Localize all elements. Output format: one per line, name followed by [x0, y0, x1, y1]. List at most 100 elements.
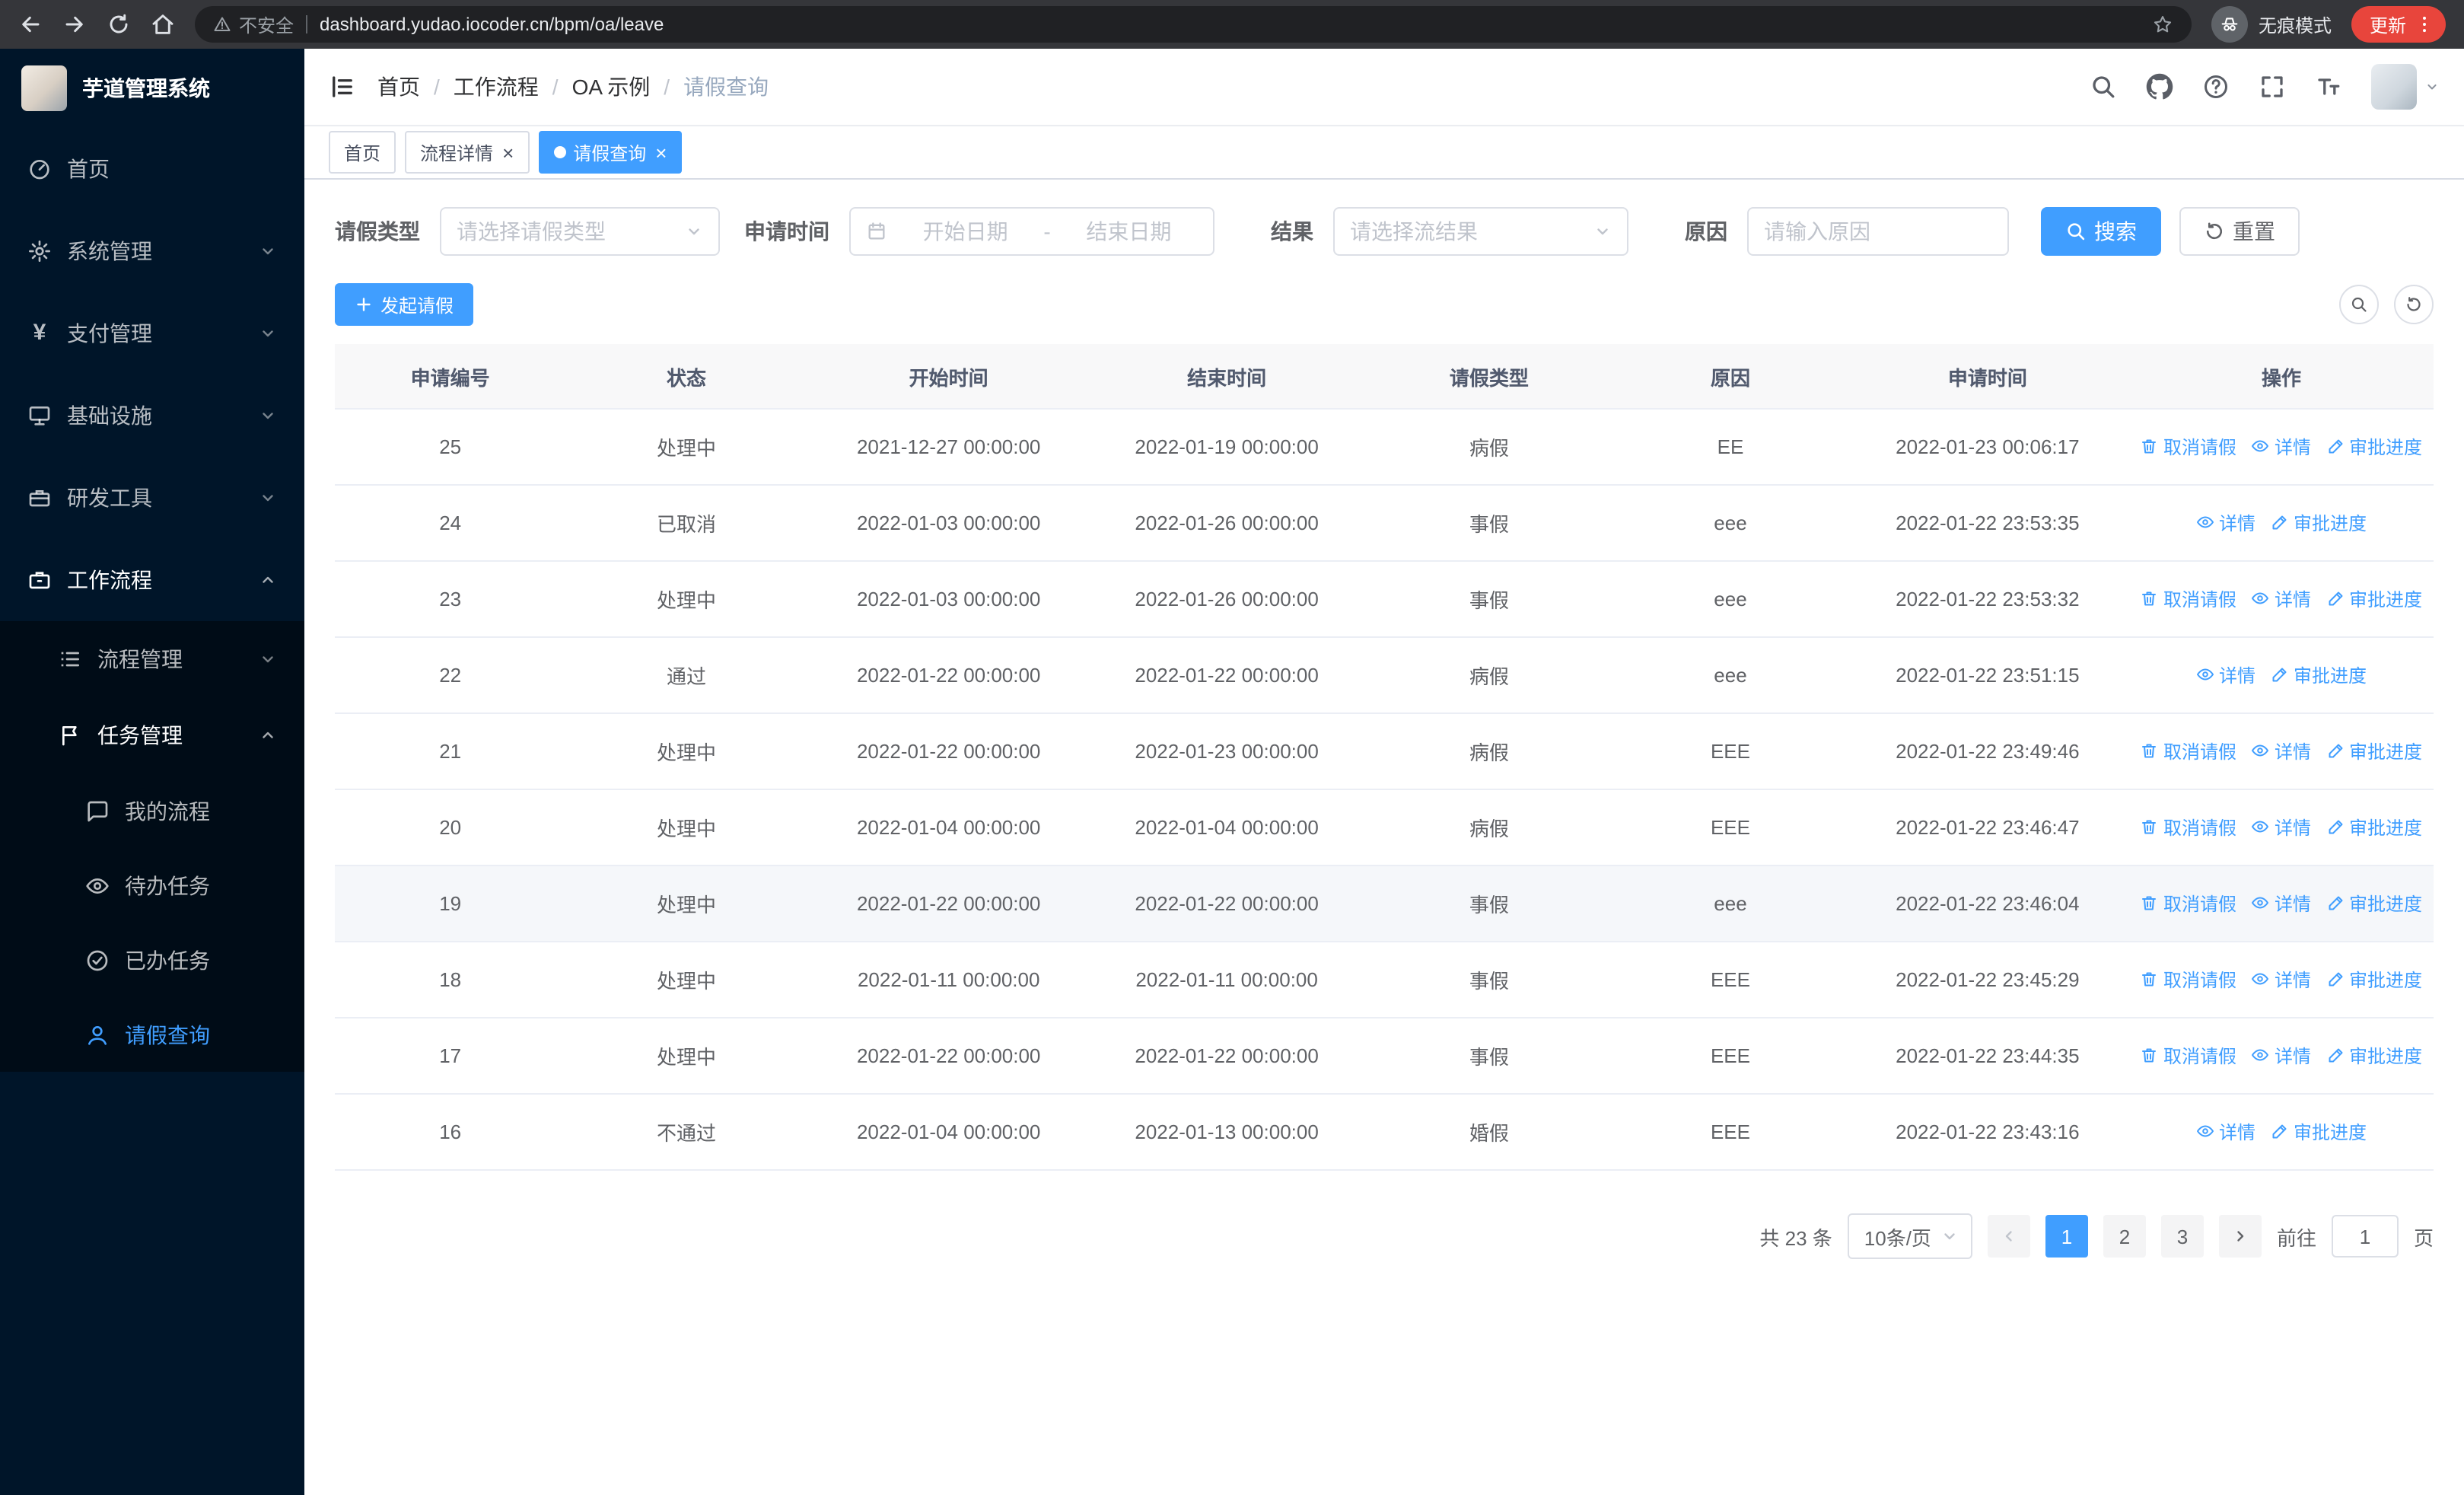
close-tab-icon[interactable]: ×	[502, 142, 514, 162]
detail-link[interactable]: 详情	[2252, 434, 2311, 460]
browser-update-button[interactable]: 更新	[2351, 6, 2446, 43]
approval-progress-link[interactable]: 审批进度	[2271, 510, 2367, 536]
cancel-leave-link[interactable]: 取消请假	[2141, 814, 2236, 840]
action-label: 审批进度	[2349, 969, 2423, 991]
page-size-select[interactable]: 10条/页	[1847, 1213, 1972, 1259]
range-separator: -	[1043, 219, 1051, 244]
list-icon	[58, 647, 82, 671]
leave-type-select[interactable]: 请选择请假类型	[440, 207, 720, 256]
cell-id: 21	[335, 713, 566, 790]
apply-time-range-picker[interactable]: 开始日期 - 结束日期	[849, 207, 1214, 256]
cancel-leave-link[interactable]: 取消请假	[2141, 434, 2236, 460]
create-leave-button[interactable]: 发起请假	[335, 283, 474, 326]
breadcrumb-workflow[interactable]: 工作流程	[454, 72, 539, 102]
page-button-1[interactable]: 1	[2045, 1215, 2088, 1258]
detail-link[interactable]: 详情	[2252, 1043, 2311, 1069]
goto-page-input[interactable]	[2331, 1215, 2399, 1258]
help-icon[interactable]	[2202, 73, 2230, 100]
close-tab-icon[interactable]: ×	[655, 142, 667, 162]
sidebar-item-todo-tasks[interactable]: 待办任务	[0, 848, 304, 923]
font-size-icon[interactable]	[2315, 73, 2342, 100]
kebab-menu-icon[interactable]	[2414, 14, 2435, 35]
sidebar-item-payment-mgmt[interactable]: ¥ 支付管理	[0, 292, 304, 375]
github-icon[interactable]	[2146, 73, 2173, 100]
approval-progress-link[interactable]: 审批进度	[2326, 891, 2422, 916]
home-icon[interactable]	[151, 12, 175, 37]
approval-progress-link[interactable]: 审批进度	[2326, 586, 2422, 612]
detail-link[interactable]: 详情	[2252, 814, 2311, 840]
search-button[interactable]: 搜索	[2041, 207, 2161, 256]
security-indicator[interactable]: 不安全	[213, 11, 294, 37]
approval-progress-link[interactable]: 审批进度	[2326, 434, 2422, 460]
cell-reason: eee	[1615, 561, 1846, 638]
cell-reason: eee	[1615, 637, 1846, 714]
tab-label: 请假查询	[573, 142, 647, 164]
prev-page-button[interactable]	[1987, 1215, 2030, 1258]
approval-progress-link[interactable]: 审批进度	[2326, 1043, 2422, 1069]
result-placeholder: 请选择流结果	[1350, 219, 1478, 244]
cancel-leave-link[interactable]: 取消请假	[2141, 586, 2236, 612]
back-icon[interactable]	[18, 12, 43, 37]
cancel-leave-link[interactable]: 取消请假	[2141, 891, 2236, 916]
header-reason: 原因	[1615, 344, 1846, 410]
detail-link[interactable]: 详情	[2196, 1119, 2255, 1145]
cancel-leave-link[interactable]: 取消请假	[2141, 967, 2236, 993]
fullscreen-icon[interactable]	[2259, 73, 2286, 100]
chevron-left-icon	[2000, 1227, 2018, 1245]
approval-progress-link[interactable]: 审批进度	[2326, 814, 2422, 840]
address-bar[interactable]: 不安全 dashboard.yudao.iocoder.cn/bpm/oa/le…	[195, 6, 2192, 43]
detail-link[interactable]: 详情	[2252, 967, 2311, 993]
detail-link[interactable]: 详情	[2252, 738, 2311, 764]
tab-leave-query[interactable]: 请假查询 ×	[538, 131, 683, 174]
page-button-3[interactable]: 3	[2160, 1215, 2204, 1258]
reset-button[interactable]: 重置	[2179, 207, 2300, 256]
tab-process-detail[interactable]: 流程详情 ×	[405, 131, 530, 174]
refresh-table-button[interactable]	[2394, 285, 2434, 324]
action-label: 审批进度	[2294, 665, 2367, 687]
cancel-leave-link[interactable]: 取消请假	[2141, 738, 2236, 764]
approval-progress-link[interactable]: 审批进度	[2326, 738, 2422, 764]
sidebar-item-label: 工作流程	[67, 568, 152, 592]
action-label: 审批进度	[2349, 436, 2423, 458]
sidebar-item-process-mgmt[interactable]: 流程管理	[0, 621, 304, 697]
sidebar-item-done-tasks[interactable]: 已办任务	[0, 923, 304, 997]
sidebar-item-workflow[interactable]: 工作流程	[0, 539, 304, 621]
cell-leave-type: 病假	[1363, 637, 1616, 714]
sidebar-item-my-process[interactable]: 我的流程	[0, 773, 304, 848]
detail-link[interactable]: 详情	[2252, 586, 2311, 612]
sidebar-item-system-mgmt[interactable]: 系统管理	[0, 210, 304, 292]
cancel-leave-link[interactable]: 取消请假	[2141, 1043, 2236, 1069]
action-label: 详情	[2274, 436, 2311, 458]
sidebar-item-dev-tools[interactable]: 研发工具	[0, 457, 304, 539]
approval-progress-link[interactable]: 审批进度	[2271, 1119, 2367, 1145]
check-circle-icon	[85, 948, 110, 972]
breadcrumb-oa-example[interactable]: OA 示例	[572, 72, 651, 102]
sidebar-item-leave-query[interactable]: 请假查询	[0, 997, 304, 1072]
sidebar-item-home[interactable]: 首页	[0, 128, 304, 210]
page-button-2[interactable]: 2	[2103, 1215, 2146, 1258]
breadcrumb-home[interactable]: 首页	[377, 72, 420, 102]
tab-home[interactable]: 首页	[329, 131, 396, 174]
toggle-search-button[interactable]	[2339, 285, 2379, 324]
forward-icon[interactable]	[62, 12, 87, 37]
detail-link[interactable]: 详情	[2252, 891, 2311, 916]
header-status: 状态	[565, 344, 807, 410]
app-logo[interactable]: 芋道管理系统	[0, 49, 304, 128]
reload-icon[interactable]	[107, 12, 131, 37]
detail-link[interactable]: 详情	[2196, 510, 2255, 536]
next-page-button[interactable]	[2218, 1215, 2262, 1258]
bookmark-star-icon[interactable]	[2152, 14, 2173, 35]
sidebar-fold-icon[interactable]	[329, 73, 356, 100]
approval-progress-link[interactable]: 审批进度	[2326, 967, 2422, 993]
user-menu[interactable]	[2371, 64, 2440, 110]
reason-input[interactable]	[1747, 207, 2009, 256]
approval-progress-link[interactable]: 审批进度	[2271, 662, 2367, 688]
search-icon[interactable]	[2090, 73, 2117, 100]
incognito-label: 无痕模式	[2258, 14, 2332, 36]
detail-link[interactable]: 详情	[2196, 662, 2255, 688]
sidebar-item-task-mgmt[interactable]: 任务管理	[0, 697, 304, 773]
sidebar-item-infrastructure[interactable]: 基础设施	[0, 375, 304, 457]
result-select[interactable]: 请选择流结果	[1333, 207, 1628, 256]
top-navbar: 首页 / 工作流程 / OA 示例 / 请假查询	[304, 49, 2464, 126]
cell-actions: 详情 审批进度	[2129, 637, 2434, 714]
